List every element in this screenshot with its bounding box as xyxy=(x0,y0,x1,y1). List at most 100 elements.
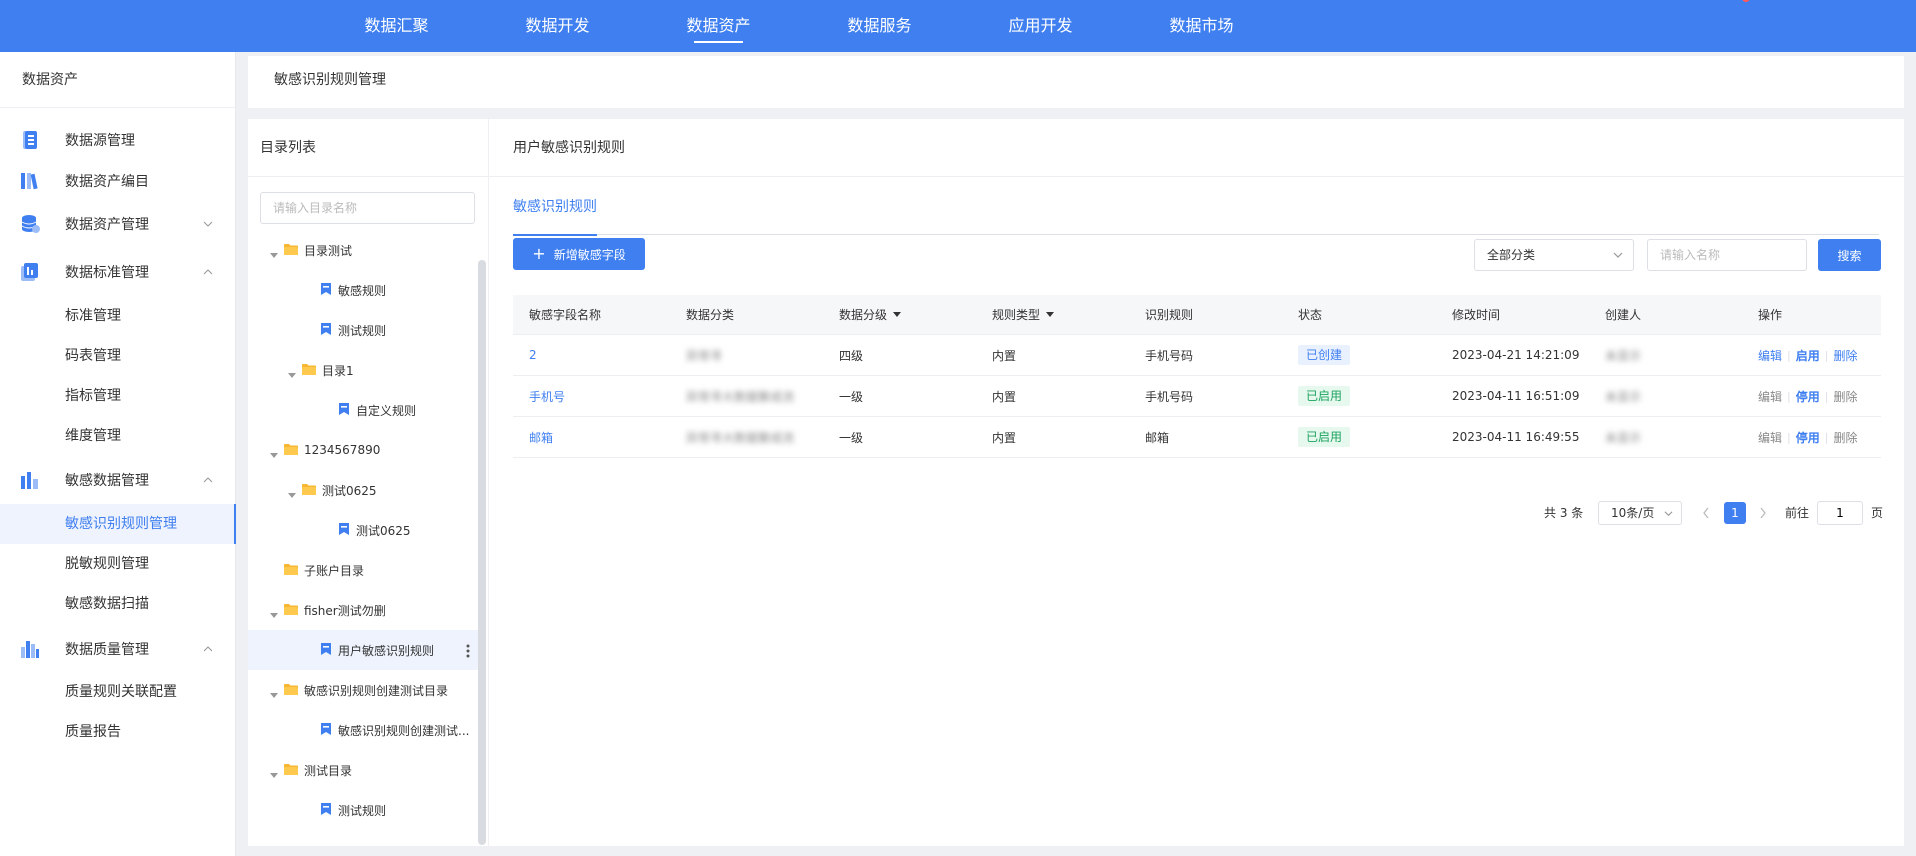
sidebar-item[interactable]: 指标管理 xyxy=(0,376,236,416)
more-options-icon[interactable] xyxy=(466,644,470,658)
sidebar-group-label: 数据质量管理 xyxy=(65,642,149,658)
tree-search-input[interactable] xyxy=(260,192,475,224)
disable-button[interactable]: 停用 xyxy=(1796,429,1820,446)
action-separator: | xyxy=(1787,389,1791,403)
tree-folder-node[interactable]: 目录1 xyxy=(248,350,478,390)
sidebar-group-label: 数据源管理 xyxy=(65,133,135,149)
rule-icon xyxy=(320,722,332,736)
creator: 未显示 xyxy=(1605,389,1642,404)
edit-button[interactable]: 编辑 xyxy=(1758,388,1782,405)
tree-rule-node[interactable]: 测试规则 xyxy=(248,790,478,830)
sidebar-item[interactable]: 脱敏规则管理 xyxy=(0,544,236,584)
tab-sensitive-rules[interactable]: 敏感识别规则 xyxy=(513,177,597,236)
tree-node-label: 目录测试 xyxy=(304,243,353,258)
tree-rule-node[interactable]: 敏感规则 xyxy=(248,270,478,310)
edit-button[interactable]: 编辑 xyxy=(1758,347,1782,364)
tree-title: 目录列表 xyxy=(248,119,488,177)
page-size-select[interactable]: 10条/页 xyxy=(1598,501,1682,525)
tree-rule-node[interactable]: 敏感识别规则创建测试... xyxy=(248,710,478,750)
table-cell: 一级 xyxy=(839,417,863,457)
tree-folder-node[interactable]: 敏感识别规则创建测试目录 xyxy=(248,670,478,710)
sidebar-group[interactable]: 数据资产管理 xyxy=(0,204,236,244)
sidebar-group[interactable]: 数据质量管理 xyxy=(0,629,236,669)
top-nav-item[interactable]: 数据资产 xyxy=(638,0,799,52)
column-header-label: 规则类型 xyxy=(992,308,1041,322)
caret-down-icon[interactable] xyxy=(270,767,278,778)
goto-page-input[interactable] xyxy=(1817,501,1863,525)
tree-rule-node[interactable]: 测试规则 xyxy=(248,310,478,350)
sidebar-item[interactable]: 敏感数据扫描 xyxy=(0,584,236,624)
sidebar-group[interactable]: 数据资产编目 xyxy=(0,161,236,201)
rule-type: 内置 xyxy=(992,389,1017,404)
panel-title: 用户敏感识别规则 xyxy=(489,119,1904,177)
sidebar-group[interactable]: 数据源管理 xyxy=(0,120,236,160)
field-name-link[interactable]: 邮箱 xyxy=(529,429,553,446)
sidebar-group[interactable]: 数据标准管理 xyxy=(0,252,236,292)
tree-rule-node[interactable]: 自定义规则 xyxy=(248,390,478,430)
tree-folder-node[interactable]: 测试0625 xyxy=(248,470,478,510)
edit-button[interactable]: 编辑 xyxy=(1758,429,1782,446)
sidebar-item[interactable]: 质量规则关联配置 xyxy=(0,672,236,712)
column-header: 敏感字段名称 xyxy=(529,295,601,334)
chevron-up-icon xyxy=(203,646,213,652)
tree-folder-node[interactable]: 目录测试 xyxy=(248,230,478,270)
disable-button[interactable]: 停用 xyxy=(1796,388,1820,405)
sidebar-item[interactable]: 码表管理 xyxy=(0,336,236,376)
field-name-link[interactable]: 2 xyxy=(529,348,537,362)
caret-down-icon[interactable] xyxy=(288,367,296,378)
action-separator: | xyxy=(1824,348,1829,362)
column-header[interactable]: 数据分级 xyxy=(839,295,902,334)
tree-rule-node[interactable]: 测试0625 xyxy=(248,510,478,550)
sidebar-group-label: 敏感数据管理 xyxy=(65,473,149,489)
sidebar-item[interactable]: 敏感识别规则管理 xyxy=(0,504,236,544)
caret-down-icon[interactable] xyxy=(270,447,278,458)
delete-button[interactable]: 删除 xyxy=(1833,347,1857,364)
sidebar-group-label: 数据标准管理 xyxy=(65,265,149,281)
sidebar-item[interactable]: 质量报告 xyxy=(0,712,236,752)
caret-down-icon[interactable] xyxy=(270,607,278,618)
rule-type: 内置 xyxy=(992,348,1017,363)
sidebar-item[interactable]: 维度管理 xyxy=(0,416,236,456)
column-header-label: 识别规则 xyxy=(1145,308,1194,322)
data-level: 一级 xyxy=(839,389,864,404)
name-search-input[interactable] xyxy=(1647,239,1807,271)
top-nav-item[interactable]: 数据汇聚 xyxy=(316,0,477,52)
page-number-current[interactable]: 1 xyxy=(1724,502,1746,524)
caret-down-icon[interactable] xyxy=(288,487,296,498)
category-select[interactable]: 全部分类 xyxy=(1474,239,1634,271)
prev-page-icon[interactable] xyxy=(1702,507,1710,519)
caret-down-icon[interactable] xyxy=(270,247,278,258)
tree-node-label: 敏感识别规则创建测试目录 xyxy=(304,683,449,698)
top-nav-item[interactable]: 数据市场 xyxy=(1121,0,1282,52)
sidebar-item[interactable]: 标准管理 xyxy=(0,296,236,336)
table-header: 敏感字段名称 数据分类 数据分级 规则类型 识别规则 状态 修改时间 创建人 操作 xyxy=(513,295,1881,335)
add-sensitive-field-button[interactable]: + 新增敏感字段 xyxy=(513,238,645,270)
sidebar-group[interactable]: 敏感数据管理 xyxy=(0,460,236,500)
sort-caret-icon[interactable] xyxy=(1046,312,1055,317)
status-badge: 已启用 xyxy=(1298,427,1351,447)
top-nav-item[interactable]: 应用开发 xyxy=(960,0,1121,52)
rule-type: 内置 xyxy=(992,430,1017,445)
tree-folder-node[interactable]: 1234567890 xyxy=(248,430,478,470)
pagination-total: 共 3 条 xyxy=(1544,506,1584,520)
top-nav-item[interactable]: 数据开发 xyxy=(477,0,638,52)
sort-caret-icon[interactable] xyxy=(893,312,902,317)
modified-time: 2023-04-11 16:51:09 xyxy=(1452,389,1580,403)
top-nav-item[interactable]: 数据服务 xyxy=(799,0,960,52)
tree-scrollbar[interactable] xyxy=(478,260,486,845)
tree-node-label: 敏感规则 xyxy=(338,283,387,298)
column-header-label: 数据分级 xyxy=(839,308,888,322)
delete-button[interactable]: 删除 xyxy=(1833,388,1857,405)
tree-folder-node[interactable]: fisher测试勿删 xyxy=(248,590,478,630)
enable-button[interactable]: 启用 xyxy=(1796,347,1820,364)
next-page-icon[interactable] xyxy=(1759,507,1767,519)
column-header[interactable]: 规则类型 xyxy=(992,295,1055,334)
tree-rule-node[interactable]: 用户敏感识别规则 xyxy=(248,630,478,670)
table-cell: 手机号码 xyxy=(1145,376,1193,416)
delete-button[interactable]: 删除 xyxy=(1833,429,1857,446)
search-button[interactable]: 搜索 xyxy=(1818,239,1881,271)
caret-down-icon[interactable] xyxy=(270,687,278,698)
tree-folder-node[interactable]: 测试目录 xyxy=(248,750,478,790)
tree-folder-node[interactable]: 子账户目录 xyxy=(248,550,478,590)
field-name-link[interactable]: 手机号 xyxy=(529,388,565,405)
